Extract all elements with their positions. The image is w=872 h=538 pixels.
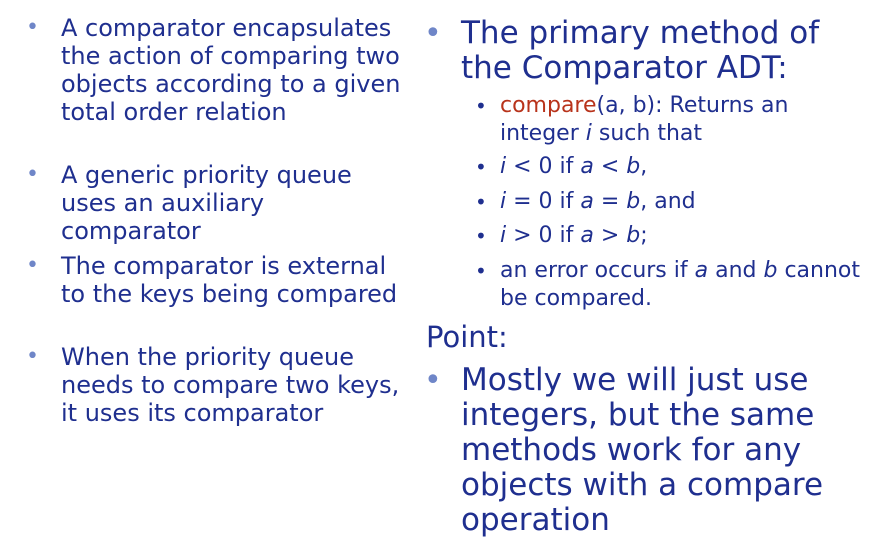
bullet-text: When the priority queue needs to compare… — [61, 343, 400, 427]
bullet-text: The primary method of the Comparator ADT… — [461, 15, 820, 86]
bullet-comparator-definition: • A comparator encapsulates the action o… — [26, 14, 406, 126]
sub-bullet-error: • an error occurs if a and b cannot be c… — [424, 257, 864, 313]
bullet-dot: • — [424, 16, 442, 51]
bullet-uses-comparator: • When the priority queue needs to compa… — [26, 343, 406, 427]
bullet-dot: • — [475, 224, 487, 248]
bullet-text: A generic priority queue uses an auxilia… — [61, 161, 352, 245]
bullet-generic-priority-queue: • A generic priority queue uses an auxil… — [26, 161, 406, 245]
bullet-external-comparator: • The comparator is external to the keys… — [26, 252, 406, 308]
bullet-dot: • — [26, 344, 39, 369]
bullet-dot: • — [475, 94, 487, 118]
bullet-dot: • — [26, 162, 39, 187]
bullet-text: Mostly we will just use integers, but th… — [461, 362, 824, 538]
sub-bullet-compare: • compare(a, b): Returns an integer i su… — [424, 92, 864, 148]
bullet-text: The comparator is external to the keys b… — [61, 252, 398, 308]
bullet-dot: • — [475, 259, 487, 283]
bullet-point: • Mostly we will just use integers, but … — [424, 363, 864, 538]
sub-bullet-greater-than: • i > 0 if a > b; — [424, 222, 648, 250]
sub-bullet-text: an error occurs if a and b cannot be com… — [500, 258, 861, 311]
sub-bullet-text: i < 0 if a < b, — [500, 154, 648, 179]
bullet-dot: • — [424, 363, 442, 398]
sub-bullet-less-than: • i < 0 if a < b, — [424, 153, 647, 181]
bullet-dot: • — [26, 253, 39, 278]
sub-bullet-equal: • i = 0 if a = b, and — [424, 188, 696, 216]
compare-method-name: compare — [500, 93, 597, 118]
bullet-primary-method: • The primary method of the Comparator A… — [424, 16, 864, 86]
bullet-dot: • — [475, 155, 487, 179]
sub-bullet-text: i > 0 if a > b; — [500, 223, 648, 248]
bullet-dot: • — [26, 15, 39, 40]
point-label: Point: — [426, 320, 508, 354]
bullet-text: A comparator encapsulates the action of … — [61, 14, 401, 126]
compare-description-end: such that — [591, 121, 702, 146]
sub-bullet-text: i = 0 if a = b, and — [500, 189, 696, 214]
bullet-dot: • — [475, 190, 487, 214]
